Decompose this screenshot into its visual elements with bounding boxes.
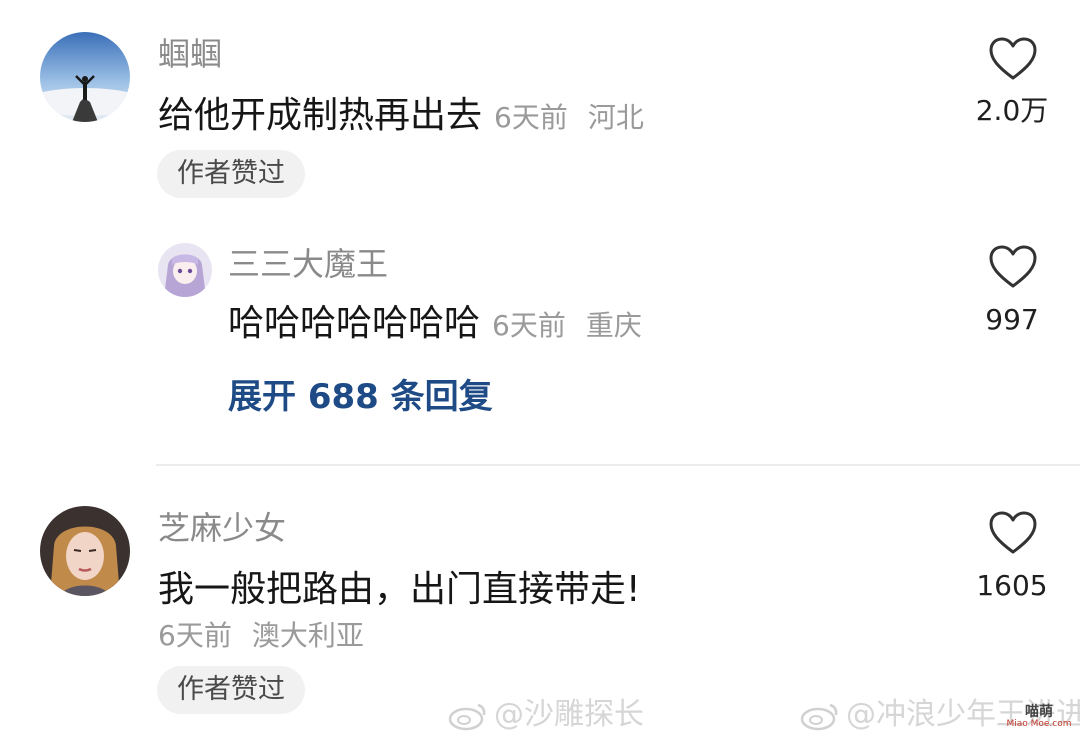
reply-time: 6天前	[492, 309, 566, 342]
comment-time: 6天前	[494, 101, 568, 134]
weibo-icon	[800, 703, 838, 730]
comment-location: 河北	[587, 101, 644, 134]
comment-body: 给他开成制热再出去	[158, 95, 483, 136]
corner-badge-line1: 喵萌	[1025, 704, 1053, 720]
like-count-2: 1605	[976, 569, 1048, 602]
corner-site-badge: 喵萌 Miao Moe.com	[1006, 705, 1072, 733]
comment-text-1: 给他开成制热再出去 6天前 河北	[158, 98, 644, 134]
comment-meta-2: 6天前 澳大利亚	[158, 622, 364, 650]
corner-badge-line2: Miao Moe.com	[1006, 718, 1072, 729]
reply-text: 哈哈哈哈哈哈哈 6天前 重庆	[228, 306, 642, 342]
weibo-icon	[448, 703, 486, 730]
avatar-commenter-2[interactable]	[40, 506, 130, 596]
username-commenter-2[interactable]: 芝麻少女	[158, 512, 286, 544]
author-liked-badge: 作者赞过	[157, 150, 305, 198]
like-count-reply: 997	[985, 303, 1039, 336]
expand-replies-link[interactable]: 展开 688 条回复	[228, 380, 493, 414]
avatar-mountain-image	[40, 32, 130, 122]
comment-text-2: 我一般把路由，出门直接带走!	[158, 569, 641, 610]
like-heart-icon[interactable]	[988, 244, 1038, 290]
reply-body: 哈哈哈哈哈哈哈	[228, 303, 481, 344]
author-liked-badge: 作者赞过	[157, 666, 305, 714]
avatar-portrait-image	[40, 506, 130, 596]
like-count-1: 2.0万	[975, 94, 1049, 127]
like-heart-icon[interactable]	[988, 36, 1038, 82]
comment-time: 6天前	[158, 619, 232, 652]
comment-location: 澳大利亚	[251, 619, 364, 652]
avatar-reply[interactable]	[158, 243, 212, 297]
avatar-anime-image	[158, 243, 212, 297]
watermark-left: @沙雕探长	[448, 700, 644, 731]
comment-divider	[156, 464, 1080, 466]
watermark-left-text: @沙雕探长	[494, 697, 644, 732]
username-reply[interactable]: 三三大魔王	[228, 248, 388, 280]
username-commenter-1[interactable]: 蝈蝈	[158, 38, 222, 70]
avatar-commenter-1[interactable]	[40, 32, 130, 122]
reply-location: 重庆	[585, 309, 642, 342]
like-heart-icon[interactable]	[988, 510, 1038, 556]
